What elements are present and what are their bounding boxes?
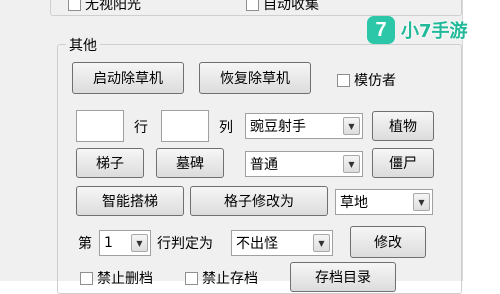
checkbox-box[interactable] — [337, 73, 350, 87]
checkbox-box[interactable] — [185, 271, 198, 285]
trainer-window: 无视阳光 自动收集 其他 启动除草机 恢复除草机 模仿者 行 列 豌豆射手 ▼ … — [0, 0, 500, 294]
other-group-title: 其他 — [66, 35, 100, 55]
row-judge-label: 行判定为 — [157, 236, 213, 252]
ladder-button[interactable]: 梯子 — [76, 148, 144, 178]
no-save-checkbox[interactable]: 禁止存档 — [185, 268, 258, 288]
smart-ladder-button[interactable]: 智能搭梯 — [76, 186, 184, 216]
checkbox-box[interactable] — [80, 271, 93, 285]
checkbox-box[interactable] — [68, 0, 81, 11]
modify-button[interactable]: 修改 — [350, 226, 426, 258]
tombstone-button[interactable]: 墓碑 — [156, 148, 224, 178]
grid-type-select[interactable]: 草地 ▼ — [335, 189, 433, 215]
no-delete-save-checkbox[interactable]: 禁止删档 — [80, 268, 153, 288]
zombie-button[interactable]: 僵尸 — [372, 148, 434, 178]
checkbox-box[interactable] — [246, 0, 259, 11]
row-type-value: 不出怪 — [236, 236, 278, 252]
imitater-checkbox[interactable]: 模仿者 — [337, 70, 396, 90]
logo-text: 小7手游 — [401, 21, 468, 42]
save-directory-button[interactable]: 存档目录 — [290, 262, 396, 292]
column-input[interactable] — [161, 110, 209, 142]
row-type-select[interactable]: 不出怪 ▼ — [231, 230, 333, 256]
no-sunshine-checkbox[interactable]: 无视阳光 — [68, 0, 141, 14]
right-background-strip — [462, 0, 500, 281]
chevron-down-icon[interactable]: ▼ — [413, 193, 430, 211]
chevron-down-icon[interactable]: ▼ — [343, 155, 360, 173]
logo-badge-icon: 7 — [367, 16, 395, 44]
row-number-select[interactable]: 1 ▼ — [99, 230, 151, 256]
auto-collect-label: 自动收集 — [263, 0, 319, 13]
no-sunshine-label: 无视阳光 — [85, 0, 141, 13]
grid-modify-button[interactable]: 格子修改为 — [190, 186, 328, 216]
row-prefix-label: 第 — [78, 236, 92, 252]
row-label: 行 — [134, 120, 148, 136]
zombie-select[interactable]: 普通 ▼ — [245, 151, 363, 177]
chevron-down-icon[interactable]: ▼ — [131, 234, 148, 252]
column-label: 列 — [219, 120, 233, 136]
chevron-down-icon[interactable]: ▼ — [343, 117, 360, 135]
row-input[interactable] — [76, 110, 124, 142]
watermark-logo: 7 小7手游 — [367, 16, 468, 44]
start-mower-button[interactable]: 启动除草机 — [72, 62, 184, 94]
plant-button[interactable]: 植物 — [372, 111, 434, 141]
imitater-label: 模仿者 — [354, 73, 396, 89]
grid-type-value: 草地 — [340, 195, 368, 211]
zombie-select-value: 普通 — [250, 157, 278, 173]
row-number-value: 1 — [104, 235, 113, 251]
no-save-label: 禁止存档 — [202, 271, 258, 287]
no-delete-save-label: 禁止删档 — [97, 271, 153, 287]
restore-mower-button[interactable]: 恢复除草机 — [199, 62, 311, 94]
auto-collect-checkbox[interactable]: 自动收集 — [246, 0, 319, 14]
plant-select[interactable]: 豌豆射手 ▼ — [245, 113, 363, 139]
chevron-down-icon[interactable]: ▼ — [313, 234, 330, 252]
plant-select-value: 豌豆射手 — [250, 119, 306, 135]
